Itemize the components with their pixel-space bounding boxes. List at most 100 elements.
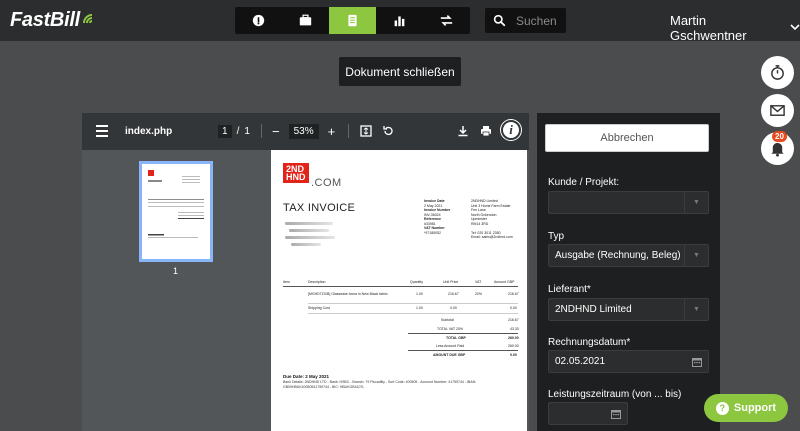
col-header: Item <box>283 280 290 284</box>
vendor-address: 2NDHND Limited Unit 3 Home Farm Estate F… <box>471 199 513 240</box>
type-select[interactable]: Ausgabe (Rechnung, Beleg) ▼ <box>548 244 709 267</box>
page-number-input[interactable]: 1 <box>218 125 232 138</box>
meta-label: Invoice Number <box>424 208 451 212</box>
paid-value: 260.00 <box>508 344 519 348</box>
col-header: VAT <box>475 280 482 284</box>
type-label: Typ <box>548 231 565 242</box>
pdf-viewer: index.php 1 / 1 − 53% + i 1 2ND HND .COM… <box>82 113 529 431</box>
search-box[interactable] <box>485 8 566 33</box>
customer-select[interactable]: ▼ <box>548 191 709 214</box>
logo-suffix: .COM <box>311 177 342 189</box>
document-icon <box>348 14 357 27</box>
briefcase-icon <box>299 14 312 26</box>
fastbill-logo[interactable]: FastBill <box>10 9 98 32</box>
due-date: Due Date: 2 May 2021 <box>283 374 330 379</box>
page-separator: / <box>236 126 240 137</box>
meta-value: *97185052 <box>424 230 441 235</box>
cell-description: Shipping Cost <box>308 306 330 310</box>
toolbar-divider <box>348 124 349 138</box>
caret-down-icon: ▼ <box>684 245 708 266</box>
cell-unit-price: 0.00 <box>450 306 457 310</box>
table-row: [MGHD7ZX/B] Glassease Arma in New Black … <box>283 292 519 302</box>
page-thumbnail[interactable] <box>139 161 213 262</box>
total-label: TOTAL GBP <box>446 336 466 340</box>
invoice-date-label: Rechnungsdatum* <box>548 337 631 348</box>
support-button[interactable]: ? Support <box>704 394 788 422</box>
vat-value: 43.33 <box>510 327 519 331</box>
meta-label: Invoice Date <box>424 199 445 203</box>
nav-transactions[interactable] <box>423 7 470 34</box>
zoom-input[interactable]: 53% <box>288 124 319 139</box>
thumbnail-sidebar: 1 <box>82 150 269 431</box>
supplier-select[interactable]: 2NDHND Limited ▼ <box>548 298 709 321</box>
close-document-button[interactable]: Dokument schließen <box>339 57 461 86</box>
chevron-down-icon <box>790 23 800 34</box>
subtotal-row: Subtotal 216.67 <box>283 318 519 324</box>
nav-projects[interactable] <box>282 7 329 34</box>
support-label: Support <box>733 402 777 414</box>
nav-reports[interactable] <box>376 7 423 34</box>
question-icon: ? <box>715 401 729 415</box>
page-indicator: 1 / 1 <box>218 125 250 138</box>
download-icon[interactable] <box>457 125 469 137</box>
total-value: 260.00 <box>508 336 519 340</box>
logo-line-2: HND <box>286 172 306 182</box>
transfer-icon <box>440 15 453 26</box>
invoice-date-input[interactable]: 02.05.2021 <box>548 350 709 373</box>
user-menu[interactable]: Martin Gschwentner <box>670 13 800 43</box>
service-period-from-input[interactable] <box>548 402 628 425</box>
rotate-icon[interactable] <box>382 125 394 137</box>
bar-chart-icon <box>394 16 405 27</box>
meta-label: VAT Number <box>424 226 445 230</box>
total-row: TOTAL GBP 260.00 <box>283 336 519 342</box>
user-name: Martin Gschwentner <box>670 13 747 43</box>
print-icon[interactable] <box>480 125 492 137</box>
notification-count-badge: 20 <box>772 131 787 142</box>
logo-text: FastBill <box>10 9 80 31</box>
supplier-value: 2NDHND Limited <box>555 304 632 315</box>
calendar-icon[interactable] <box>611 409 621 419</box>
bank-details: Bank Details: 2NDHND LTD - Bank: HSBC - … <box>283 380 477 389</box>
row-divider <box>308 303 518 304</box>
redacted-line <box>289 229 329 232</box>
main-nav <box>235 7 470 34</box>
cell-quantity: 1.00 <box>416 292 423 296</box>
info-icon[interactable]: i <box>501 120 521 140</box>
invoice-meta: Invoice Date 2 May 2021 Invoice Number I… <box>424 199 450 235</box>
service-period-label: Leistungszeitraum (von ... bis) <box>548 389 682 400</box>
bell-icon <box>771 142 784 157</box>
table-row: Shipping Cost 1.00 0.00 0.00 <box>283 306 518 312</box>
redacted-line <box>291 243 321 246</box>
messages-button[interactable] <box>761 94 794 127</box>
row-divider <box>308 313 518 314</box>
search-icon <box>493 14 506 27</box>
document-form-panel: Abbrechen Kunde / Projekt: ▼ Typ Ausgabe… <box>537 113 720 431</box>
logo-signal-icon <box>82 11 98 30</box>
zoom-controls: − 53% + <box>272 124 335 139</box>
caret-down-icon: ▼ <box>684 299 708 320</box>
cell-amount: 0.00 <box>510 306 517 310</box>
col-header: Description <box>308 280 326 284</box>
fit-page-icon[interactable] <box>360 125 372 137</box>
col-header: Unit Price <box>443 280 459 284</box>
menu-icon[interactable] <box>96 125 108 140</box>
pdf-toolbar: index.php 1 / 1 − 53% + i <box>82 113 529 150</box>
timer-button[interactable] <box>761 56 794 89</box>
envelope-icon <box>770 105 785 116</box>
amount-due-row: AMOUNT DUE GBP 0.00 <box>283 353 518 359</box>
cancel-button[interactable]: Abbrechen <box>545 124 709 152</box>
amount-due-value: 0.00 <box>510 353 517 357</box>
zoom-out-button[interactable]: − <box>272 124 280 139</box>
calendar-icon[interactable] <box>692 357 702 367</box>
cell-vat: 20% <box>475 292 483 296</box>
total-divider <box>408 333 518 334</box>
nav-dashboard[interactable] <box>235 7 282 34</box>
zoom-in-button[interactable]: + <box>328 124 336 139</box>
paid-label: Less Amount Paid <box>436 344 465 348</box>
col-header: Quantity <box>410 280 424 284</box>
redacted-line <box>285 236 335 239</box>
search-input[interactable] <box>516 13 566 28</box>
nav-documents[interactable] <box>329 7 376 34</box>
vendor-logo: 2ND HND .COM <box>283 163 342 189</box>
customer-label: Kunde / Projekt: <box>548 177 620 188</box>
